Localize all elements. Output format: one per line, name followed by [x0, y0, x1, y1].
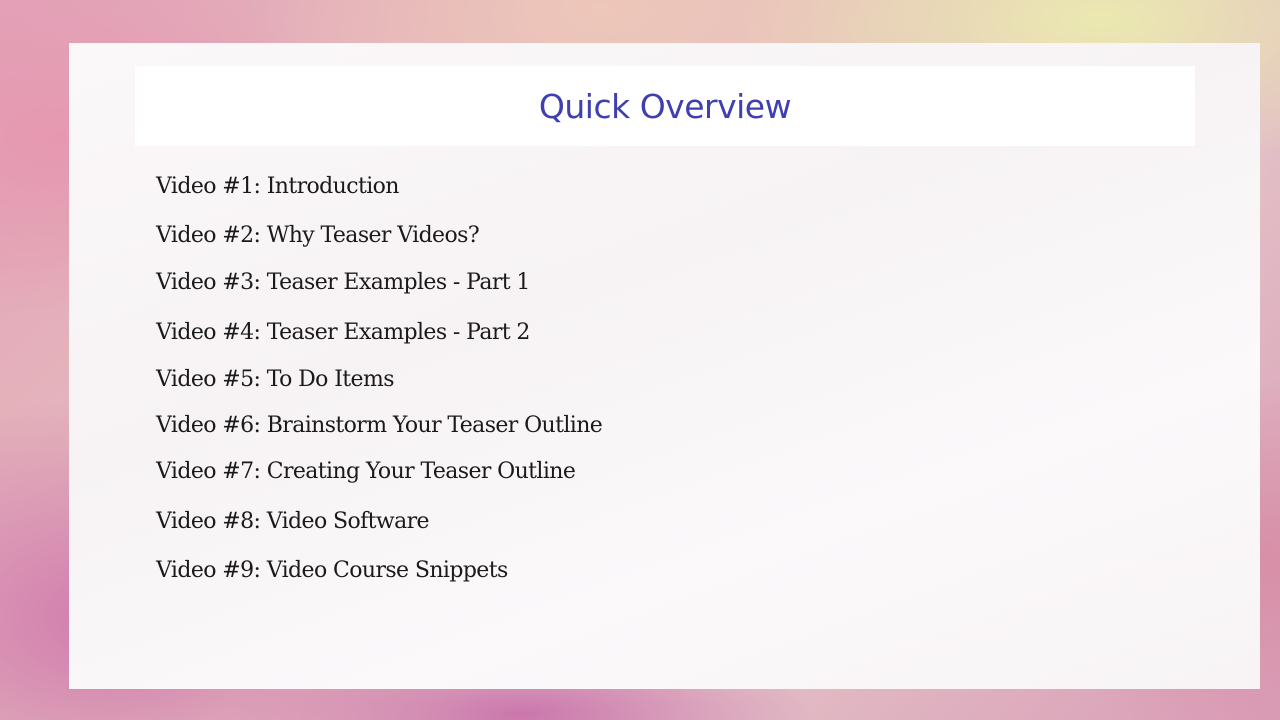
list-item: Video #1: Introduction — [156, 174, 399, 199]
list-item: Video #3: Teaser Examples - Part 1 — [156, 270, 530, 295]
list-item: Video #7: Creating Your Teaser Outline — [156, 459, 576, 484]
list-item: Video #8: Video Software — [156, 509, 430, 534]
slide-card: Quick Overview Video #1: Introduction Vi… — [69, 43, 1260, 689]
list-item: Video #6: Brainstorm Your Teaser Outline — [156, 413, 603, 438]
slide-title: Quick Overview — [538, 86, 792, 126]
list-item: Video #5: To Do Items — [156, 367, 395, 392]
list-item: Video #2: Why Teaser Videos? — [156, 223, 480, 248]
title-band: Quick Overview — [135, 66, 1195, 146]
list-item: Video #9: Video Course Snippets — [156, 558, 508, 583]
list-item: Video #4: Teaser Examples - Part 2 — [156, 320, 530, 345]
